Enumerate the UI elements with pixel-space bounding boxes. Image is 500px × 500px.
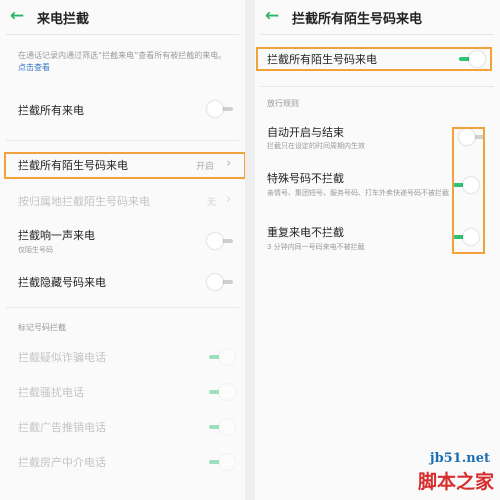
watermark-text: 脚本之家 bbox=[417, 471, 494, 493]
header-divider bbox=[6, 34, 239, 35]
block-one-ring-sublabel: 仅陌生号码 bbox=[18, 246, 53, 254]
rule-repeat-label: 重复来电不拦截 bbox=[267, 226, 344, 239]
marked-harass-label: 拦截骚扰电话 bbox=[18, 386, 84, 399]
row-block-one-ring[interactable]: 拦截响一声来电 仅陌生号码 bbox=[0, 224, 245, 256]
page-title: 拦截所有陌生号码来电 bbox=[292, 12, 423, 27]
marked-fraud-label: 拦截疑似诈骗电话 bbox=[18, 351, 106, 364]
rule-repeat-sublabel: 3 分钟内同一号码来电不被拦截 bbox=[267, 243, 365, 251]
divider bbox=[6, 307, 239, 308]
highlight-box bbox=[256, 47, 492, 71]
rules-section-title: 放行规则 bbox=[267, 99, 299, 108]
back-arrow-icon[interactable]: ← bbox=[6, 6, 28, 26]
row-block-hidden[interactable]: 拦截隐藏号码来电 bbox=[0, 270, 245, 294]
watermark: jb51.net 脚本之家 bbox=[390, 420, 500, 500]
marked-fraud-toggle[interactable] bbox=[207, 348, 235, 366]
block-one-ring-label: 拦截响一声来电 bbox=[18, 229, 95, 242]
rule-auto-sublabel: 拦截只在设定的时间周期内生效 bbox=[267, 142, 365, 150]
info-note: 在通话记录内通过筛选“拦截来电”查看所有被拦截的来电。点击查看 bbox=[18, 50, 230, 74]
row-marked-fraud[interactable]: 拦截疑似诈骗电话 bbox=[0, 346, 245, 368]
rule-auto-label: 自动开启与结束 bbox=[267, 126, 344, 139]
marked-harass-toggle[interactable] bbox=[207, 383, 235, 401]
block-non-local-value: 无 bbox=[207, 198, 217, 208]
marked-realestate-label: 拦截房产中介电话 bbox=[18, 456, 106, 469]
header: ← 来电拦截 bbox=[0, 0, 245, 34]
chevron-right-icon: › bbox=[226, 192, 232, 207]
page-title: 来电拦截 bbox=[37, 12, 90, 27]
highlight-box bbox=[4, 152, 245, 179]
divider bbox=[261, 86, 494, 87]
marked-ads-label: 拦截广告推销电话 bbox=[18, 421, 106, 434]
header: ← 拦截所有陌生号码来电 bbox=[255, 0, 500, 34]
block-all-toggle[interactable] bbox=[207, 100, 235, 118]
block-non-local-label: 按归属地拦截陌生号码来电 bbox=[18, 195, 150, 208]
info-note-text: 在通话记录内通过筛选“拦截来电”查看所有被拦截的来电。 bbox=[18, 51, 227, 60]
row-block-all[interactable]: 拦截所有来电 bbox=[0, 94, 245, 124]
row-marked-realestate[interactable]: 拦截房产中介电话 bbox=[0, 451, 245, 473]
marked-section-title: 标记号码拦截 bbox=[18, 323, 66, 332]
marked-realestate-toggle[interactable] bbox=[207, 453, 235, 471]
row-marked-harass[interactable]: 拦截骚扰电话 bbox=[0, 381, 245, 403]
watermark-url: jb51.net bbox=[429, 451, 490, 466]
rule-special-sublabel: 亲情号、集团短号、服务号码、打车外卖快递号码不被拦截 bbox=[267, 189, 449, 197]
call-blocking-screen: ← 来电拦截 在通话记录内通过筛选“拦截来电”查看所有被拦截的来电。点击查看 拦… bbox=[0, 0, 245, 500]
block-hidden-label: 拦截隐藏号码来电 bbox=[18, 276, 106, 289]
view-link[interactable]: 点击查看 bbox=[18, 63, 50, 72]
row-marked-ads[interactable]: 拦截广告推销电话 bbox=[0, 416, 245, 438]
block-one-ring-toggle[interactable] bbox=[207, 232, 235, 250]
back-arrow-icon[interactable]: ← bbox=[261, 6, 283, 26]
row-block-non-local[interactable]: 按归属地拦截陌生号码来电 无 › bbox=[0, 190, 245, 212]
rule-special-label: 特殊号码不拦截 bbox=[267, 172, 344, 185]
divider bbox=[6, 140, 239, 141]
block-hidden-toggle[interactable] bbox=[207, 273, 235, 291]
highlight-box bbox=[452, 127, 485, 254]
block-all-label: 拦截所有来电 bbox=[18, 104, 84, 117]
marked-ads-toggle[interactable] bbox=[207, 418, 235, 436]
header-divider bbox=[261, 34, 494, 35]
